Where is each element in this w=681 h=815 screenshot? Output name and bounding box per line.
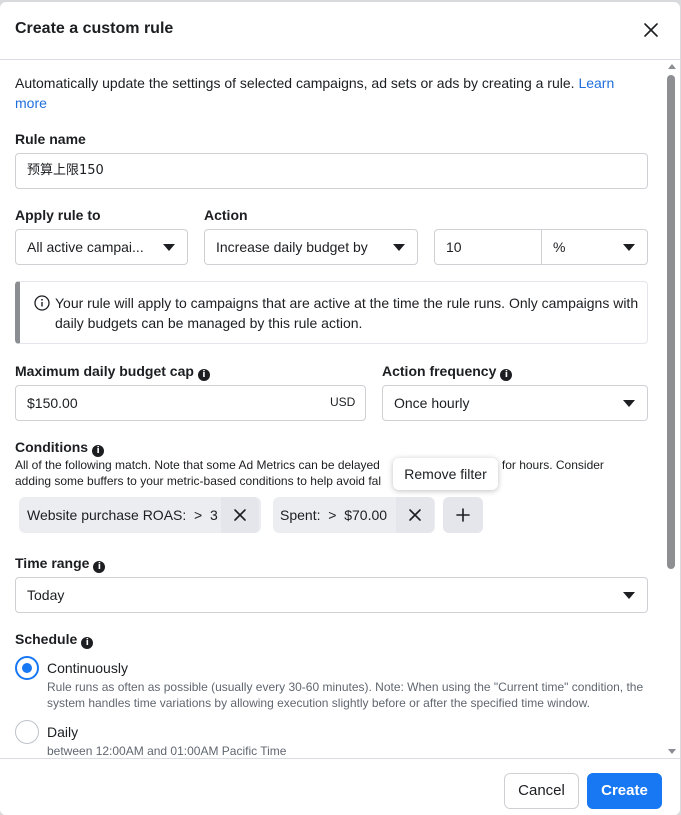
cancel-button[interactable]: Cancel — [504, 773, 579, 809]
filter-value: 3 — [210, 507, 218, 523]
filter-value: $70.00 — [344, 507, 388, 523]
filter-chip-spent[interactable]: Spent: > $70.00 — [273, 497, 435, 533]
filter-chip-text: Spent: > $70.00 — [280, 505, 387, 525]
chevron-down-icon — [623, 400, 635, 407]
filter-chip-roas[interactable]: Website purchase ROAS: > 3 — [19, 497, 261, 533]
notice-text: Your rule will apply to campaigns that a… — [55, 295, 639, 331]
filter-metric: Spent: — [280, 507, 321, 523]
filter-metric: Website purchase ROAS: — [27, 507, 187, 523]
schedule-daily-radio[interactable] — [15, 720, 39, 744]
dialog-body: Automatically update the settings of sel… — [0, 61, 680, 758]
custom-rule-dialog: Create a custom rule Automatically updat… — [0, 2, 680, 815]
conditions-desc-part2: e for hours. Consider — [491, 458, 604, 472]
schedule-option-description: Rule runs as often as possible (usually … — [47, 680, 644, 710]
chevron-down-icon — [163, 244, 175, 251]
time-range-label-text: Time range — [15, 555, 90, 571]
remove-filter-tooltip: Remove filter — [393, 458, 498, 490]
rule-name-value: 预算上限150 — [27, 163, 104, 178]
dialog-title: Create a custom rule — [15, 20, 174, 37]
rule-name-input[interactable]: 预算上限150 — [15, 153, 648, 189]
conditions-description-line2: adding some buffers to your metric-based… — [15, 474, 381, 488]
scrollbar-thumb[interactable] — [667, 75, 675, 569]
scroll-down-arrow-icon[interactable] — [668, 749, 676, 754]
create-button[interactable]: Create — [587, 773, 662, 809]
schedule-label-text: Schedule — [15, 631, 78, 647]
action-select[interactable]: Increase daily budget by — [204, 229, 418, 265]
action-value: Increase daily budget by — [216, 239, 368, 255]
conditions-label-text: Conditions — [15, 439, 89, 455]
schedule-option-title: Continuously — [47, 660, 128, 676]
chevron-down-icon — [623, 244, 635, 251]
info-icon[interactable]: i — [81, 637, 94, 649]
filter-operator: > — [194, 507, 203, 523]
plus-icon — [456, 508, 470, 522]
info-notice: Your rule will apply to campaigns that a… — [15, 281, 648, 344]
dialog-footer: Cancel Create — [0, 758, 680, 815]
frequency-value: Once hourly — [394, 395, 470, 411]
apply-rule-select[interactable]: All active campai... — [15, 229, 188, 265]
action-unit-value: % — [553, 239, 566, 255]
remove-filter-button[interactable] — [396, 497, 434, 533]
schedule-option-description: between 12:00AM and 01:00AM Pacific Time — [47, 744, 287, 758]
budget-cap-label-text: Maximum daily budget cap — [15, 363, 194, 379]
rule-name-label: Rule name — [15, 131, 86, 147]
time-range-label: Time range i — [15, 554, 106, 573]
budget-cap-label: Maximum daily budget cap i — [15, 362, 210, 381]
time-range-value: Today — [27, 587, 65, 603]
currency-label: USD — [330, 395, 356, 409]
conditions-desc-part1: All of the following match. Note that so… — [15, 458, 380, 472]
intro-text: Automatically update the settings of sel… — [15, 73, 645, 113]
chevron-down-icon — [623, 592, 635, 599]
scroll-up-arrow-icon[interactable] — [668, 64, 676, 69]
close-icon[interactable] — [640, 19, 662, 41]
action-label: Action — [204, 207, 248, 223]
conditions-description-line1: All of the following match. Note that so… — [15, 457, 660, 473]
budget-cap-value: $150.00 — [27, 395, 78, 411]
intro-description: Automatically update the settings of sel… — [15, 75, 575, 91]
action-amount-input[interactable]: 10 — [446, 238, 462, 256]
add-filter-button[interactable] — [443, 497, 483, 533]
action-unit-select[interactable]: % — [542, 230, 647, 264]
schedule-label: Schedule i — [15, 630, 94, 649]
frequency-label-text: Action frequency — [382, 363, 497, 379]
apply-rule-value: All active campai... — [27, 239, 144, 255]
dialog-header: Create a custom rule — [0, 2, 680, 60]
info-icon[interactable]: i — [93, 561, 106, 573]
filter-operator: > — [328, 507, 337, 523]
info-icon[interactable]: i — [92, 445, 105, 457]
schedule-option-title: Daily — [47, 724, 79, 740]
chevron-down-icon — [393, 244, 405, 251]
time-range-select[interactable]: Today — [15, 577, 648, 613]
conditions-label: Conditions i — [15, 438, 105, 457]
info-icon[interactable]: i — [500, 369, 513, 381]
apply-rule-label: Apply rule to — [15, 207, 101, 223]
budget-cap-input[interactable]: $150.00 USD — [15, 385, 366, 421]
info-circle-icon — [34, 295, 50, 311]
frequency-label: Action frequency i — [382, 362, 513, 381]
action-amount-group: 10 % — [434, 229, 648, 265]
frequency-select[interactable]: Once hourly — [382, 385, 648, 421]
close-icon — [409, 509, 421, 521]
schedule-continuously-radio[interactable] — [15, 656, 39, 680]
info-icon[interactable]: i — [197, 369, 210, 381]
filter-chip-text: Website purchase ROAS: > 3 — [27, 505, 218, 525]
close-icon — [234, 509, 246, 521]
remove-filter-button[interactable] — [221, 497, 259, 533]
